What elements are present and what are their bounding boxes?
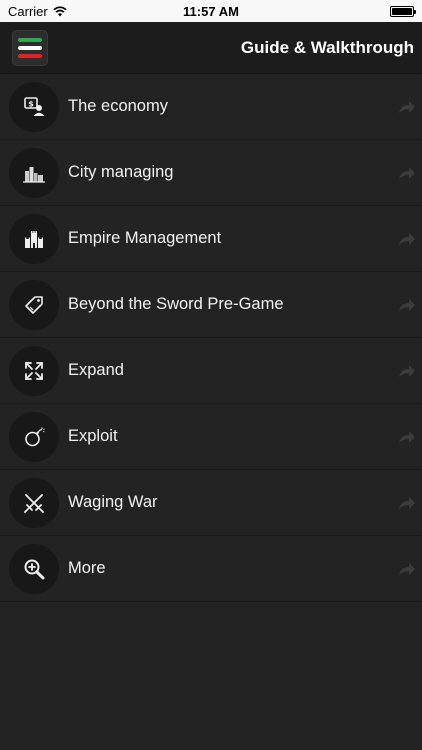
list-item-waging-war[interactable]: Waging War (0, 470, 422, 536)
guide-menu-list: $ The economy City managing Empire Manag… (0, 74, 422, 602)
menu-bar-red (18, 53, 42, 58)
share-arrow-icon (399, 166, 415, 179)
list-item-label: City managing (68, 163, 174, 181)
battery-icon (390, 5, 416, 17)
nav-header: Guide & Walkthrough (0, 22, 422, 74)
list-item-label: Expand (68, 361, 124, 379)
share-arrow-icon (399, 298, 415, 311)
svg-text:$: $ (28, 99, 34, 108)
list-item-label: The economy (68, 97, 168, 115)
list-item-expand[interactable]: Expand (0, 338, 422, 404)
sword-tag-icon (9, 279, 59, 330)
menu-bar-green (18, 37, 42, 42)
page-title: Guide & Walkthrough (240, 37, 414, 57)
bomb-icon (9, 411, 59, 462)
list-item-city-managing[interactable]: City managing (0, 140, 422, 206)
share-arrow-icon (399, 100, 415, 113)
expand-arrows-icon (9, 345, 59, 396)
list-item-label: Exploit (68, 427, 118, 445)
share-arrow-icon (399, 232, 415, 245)
zoom-in-icon (9, 543, 59, 594)
menu-bar-white (18, 45, 42, 50)
crossed-swords-icon (9, 477, 59, 528)
share-arrow-icon (399, 496, 415, 509)
share-arrow-icon (399, 430, 415, 443)
status-bar: Carrier 11:57 AM (0, 0, 422, 22)
share-arrow-icon (399, 562, 415, 575)
carrier-label: Carrier (8, 3, 48, 19)
wifi-icon (53, 5, 67, 16)
list-item-label: More (68, 559, 106, 577)
list-item-more[interactable]: More (0, 536, 422, 602)
list-item-label: Beyond the Sword Pre-Game (68, 295, 284, 313)
money-person-icon: $ (9, 81, 59, 132)
share-arrow-icon (399, 364, 415, 377)
list-item-label: Empire Management (68, 229, 222, 247)
list-item-label: Waging War (68, 493, 158, 511)
city-icon (9, 147, 59, 198)
list-item-exploit[interactable]: Exploit (0, 404, 422, 470)
status-left: Carrier (8, 4, 67, 19)
menu-button[interactable] (12, 29, 48, 66)
list-item-beyond-the-sword[interactable]: Beyond the Sword Pre-Game (0, 272, 422, 338)
castle-icon (9, 213, 59, 264)
list-item-economy[interactable]: $ The economy (0, 74, 422, 140)
list-item-empire-management[interactable]: Empire Management (0, 206, 422, 272)
